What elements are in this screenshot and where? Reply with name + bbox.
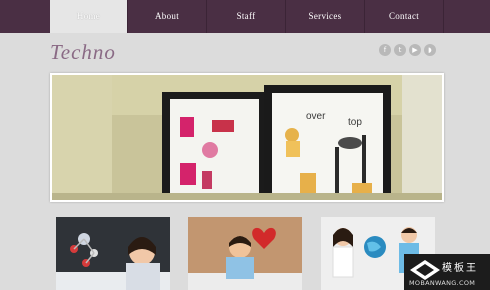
facebook-icon[interactable]: f: [379, 44, 391, 56]
watermark-logo-icon: [410, 260, 440, 280]
nav-contact[interactable]: Contact: [365, 0, 444, 33]
frame-text-over: over: [306, 111, 326, 122]
watermark-title: 模板王: [442, 263, 478, 274]
youtube-icon[interactable]: ▶: [409, 44, 421, 56]
logo[interactable]: Techno: [50, 40, 116, 65]
nav-staff[interactable]: Staff: [207, 0, 286, 33]
watermark-subtitle: MOBANWANG.COM: [409, 279, 476, 287]
nav-services[interactable]: Services: [286, 0, 365, 33]
main-nav: Home About Staff Services Contact: [50, 0, 444, 33]
twitter-icon[interactable]: t: [394, 44, 406, 56]
thumbnail-girl-molecule[interactable]: [56, 217, 170, 290]
rss-icon[interactable]: ◗: [424, 44, 436, 56]
hero-illustration: over top: [52, 75, 442, 200]
social-links: f t ▶ ◗: [379, 44, 436, 56]
thumbnail-boy-heart[interactable]: [188, 217, 302, 290]
nav-about[interactable]: About: [128, 0, 207, 33]
nav-home[interactable]: Home: [50, 0, 128, 33]
frame-text-top: top: [348, 117, 362, 128]
hero-banner-image: over top: [50, 73, 444, 202]
